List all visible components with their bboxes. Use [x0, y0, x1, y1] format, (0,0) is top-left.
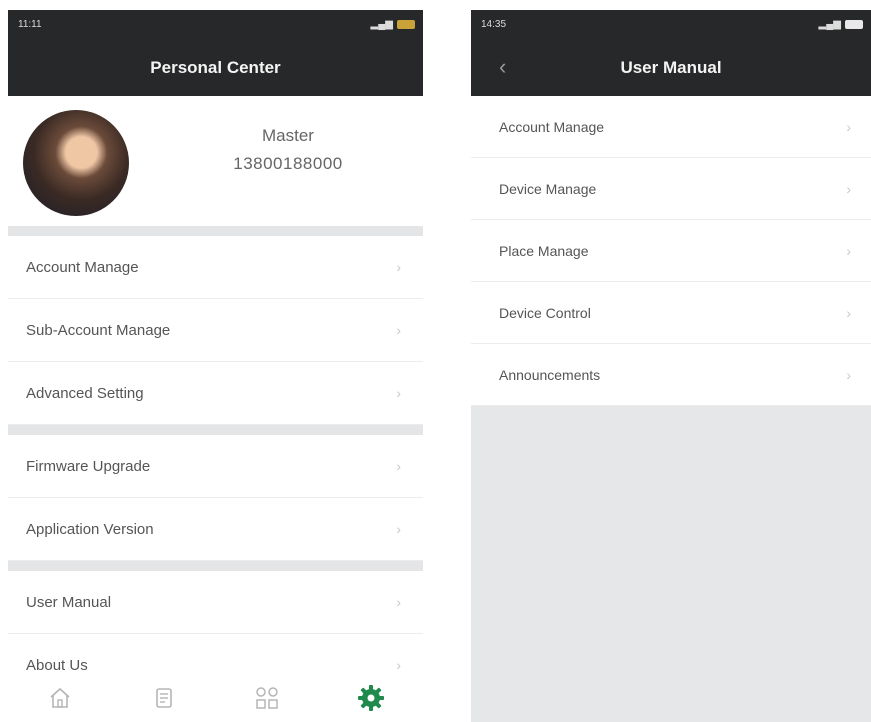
document-icon [155, 688, 172, 708]
home-icon [50, 687, 70, 708]
status-icons: ▂▄▆ [371, 19, 415, 30]
settings-icon [358, 685, 385, 711]
divider [8, 226, 423, 236]
manual-item-label: Device Control [499, 304, 591, 321]
avatar[interactable] [23, 110, 129, 216]
menu-item-firmware-upgrade[interactable]: Firmware Upgrade › [8, 435, 423, 498]
manual-item-label: Place Manage [499, 242, 589, 259]
battery-icon [845, 19, 863, 29]
chevron-right-icon: › [396, 259, 401, 275]
divider [8, 425, 423, 435]
signal-icon: ▂▄▆ [818, 18, 841, 30]
chevron-right-icon: › [396, 458, 401, 474]
bottom-tab-bar [8, 674, 423, 722]
menu-item-label: Account Manage [26, 258, 139, 276]
menu-item-label: Application Version [26, 520, 154, 538]
chevron-right-icon: › [846, 242, 851, 259]
page-title: Personal Center [150, 58, 281, 77]
tab-personal-center[interactable] [351, 678, 391, 718]
menu-item-label: About Us [26, 656, 88, 674]
menu-item-sub-account-manage[interactable]: Sub-Account Manage › [8, 299, 423, 362]
menu-item-advanced-setting[interactable]: Advanced Setting › [8, 362, 423, 425]
personal-center-screen: 11:11 ▂▄▆ Personal Center Master 1380018… [8, 10, 423, 722]
manual-item-device-control[interactable]: Device Control › [471, 282, 871, 344]
menu-item-user-manual[interactable]: User Manual › [8, 571, 423, 634]
status-bar: 11:11 ▂▄▆ [18, 16, 415, 32]
manual-item-label: Device Manage [499, 180, 597, 197]
app-bar: 11:11 ▂▄▆ Personal Center [8, 10, 423, 96]
divider [8, 561, 423, 571]
chevron-right-icon: › [396, 594, 401, 610]
chevron-right-icon: › [846, 180, 851, 197]
grid-icon [256, 687, 279, 709]
user-manual-screen: 14:35 ▂▄▆ ‹ User Manual Account Manage ›… [471, 10, 871, 722]
chevron-right-icon: › [846, 118, 851, 135]
page-title: User Manual [620, 58, 722, 77]
menu-item-label: Sub-Account Manage [26, 321, 171, 339]
signal-icon: ▂▄▆ [370, 18, 393, 30]
manual-item-label: Account Manage [499, 118, 605, 135]
chevron-right-icon: › [846, 304, 851, 321]
chevron-right-icon: › [396, 657, 401, 673]
tab-home[interactable] [40, 678, 80, 718]
battery-icon [397, 19, 415, 29]
status-time: 11:11 [18, 18, 42, 30]
manual-item-announcements[interactable]: Announcements › [471, 344, 871, 406]
profile-name: Master [262, 126, 314, 145]
status-icons: ▂▄▆ [819, 19, 863, 30]
app-bar: 14:35 ▂▄▆ ‹ User Manual [471, 10, 871, 96]
menu-item-label: Firmware Upgrade [26, 457, 151, 475]
status-time: 14:35 [481, 18, 507, 30]
profile-phone: 13800188000 [233, 154, 343, 173]
manual-item-label: Announcements [499, 366, 601, 383]
manual-item-device-manage[interactable]: Device Manage › [471, 158, 871, 220]
chevron-right-icon: › [846, 366, 851, 383]
tab-devices[interactable] [144, 678, 184, 718]
manual-item-account-manage[interactable]: Account Manage › [471, 96, 871, 158]
profile-card[interactable]: Master 13800188000 [8, 96, 423, 226]
status-bar: 14:35 ▂▄▆ [481, 16, 863, 32]
manual-item-place-manage[interactable]: Place Manage › [471, 220, 871, 282]
menu-item-application-version[interactable]: Application Version › [8, 498, 423, 561]
chevron-right-icon: › [396, 322, 401, 338]
menu-item-label: User Manual [26, 593, 112, 611]
chevron-right-icon: › [396, 385, 401, 401]
menu-item-account-manage[interactable]: Account Manage › [8, 236, 423, 299]
chevron-right-icon: › [396, 521, 401, 537]
tab-scenes[interactable] [247, 678, 287, 718]
menu-item-label: Advanced Setting [26, 384, 144, 402]
